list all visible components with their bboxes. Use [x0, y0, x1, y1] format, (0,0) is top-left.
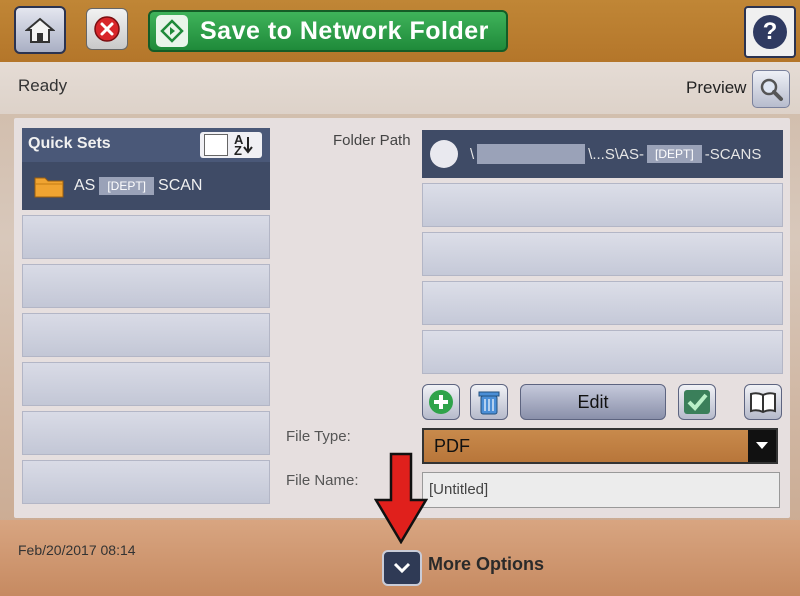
edit-button[interactable]: Edit [520, 384, 666, 420]
help-button[interactable]: ? [744, 6, 796, 58]
folder-path-empty-row[interactable] [422, 281, 783, 325]
add-button[interactable] [422, 384, 460, 420]
folder-path-text: \ \...S\AS- [DEPT] -SCANS [470, 144, 761, 164]
redaction-box: [DEPT] [647, 145, 702, 163]
printer-screen: Save to Network Folder ? Ready Preview Q… [0, 0, 800, 596]
redaction-box [477, 144, 586, 164]
quick-set-empty-slot[interactable] [22, 460, 270, 504]
datetime: Feb/20/2017 08:14 [18, 542, 136, 558]
file-type-select[interactable]: PDF [422, 428, 778, 464]
folder-path-list: \ \...S\AS- [DEPT] -SCANS [422, 130, 783, 374]
preview-label[interactable]: Preview [686, 78, 746, 98]
file-name-field[interactable]: [Untitled] [422, 472, 780, 508]
plus-icon [429, 390, 453, 414]
top-bar: Save to Network Folder ? [0, 0, 800, 62]
cancel-icon [94, 16, 120, 42]
red-arrow-annotation [374, 452, 428, 544]
chevron-down-icon [393, 562, 411, 574]
quick-sets-header: Quick Sets AZ [22, 128, 270, 162]
trash-icon [478, 391, 500, 415]
home-button[interactable] [14, 6, 66, 54]
folder-path-prefix: \ [470, 145, 475, 163]
quick-set-empty-slot[interactable] [22, 215, 270, 259]
quick-sets-title: Quick Sets [28, 135, 111, 152]
address-book-button[interactable] [744, 384, 782, 420]
quick-set-empty-slot[interactable] [22, 362, 270, 406]
status-text: Ready [18, 76, 68, 95]
sort-button[interactable]: AZ [200, 132, 262, 158]
start-diamond-icon [156, 15, 188, 47]
sort-az-icon: AZ [234, 132, 244, 158]
file-type-label: File Type: [286, 428, 351, 445]
sort-arrow-icon [243, 137, 254, 154]
save-to-network-folder-button[interactable]: Save to Network Folder [148, 10, 508, 52]
folder-path-item-selected[interactable]: \ \...S\AS- [DEPT] -SCANS [422, 130, 783, 178]
check-icon [684, 390, 710, 414]
quick-set-suffix: SCAN [158, 177, 203, 194]
preview-button[interactable] [752, 70, 790, 108]
quick-set-empty-slot[interactable] [22, 411, 270, 455]
quick-sets-panel: Quick Sets AZ AS [DEPT] SCAN [22, 128, 270, 504]
quick-set-item-label: AS [DEPT] SCAN [74, 177, 202, 195]
folder-path-empty-row[interactable] [422, 330, 783, 374]
redaction-box: [DEPT] [99, 177, 155, 195]
folder-path-radio[interactable] [430, 140, 458, 168]
magnifier-icon [760, 78, 783, 101]
quick-set-item-selected[interactable]: AS [DEPT] SCAN [22, 162, 270, 210]
folder-path-middle: \...S\AS- [588, 145, 645, 163]
file-name-label: File Name: [286, 472, 359, 489]
chevron-down-icon [748, 430, 776, 462]
folder-path-suffix: -SCANS [704, 145, 762, 163]
folder-icon [34, 177, 64, 198]
folder-path-label: Folder Path [333, 132, 411, 149]
quick-set-empty-slot[interactable] [22, 264, 270, 308]
more-options-label[interactable]: More Options [428, 554, 544, 575]
more-options-button[interactable] [382, 550, 422, 586]
folder-path-empty-row[interactable] [422, 232, 783, 276]
help-icon: ? [753, 15, 787, 49]
folder-path-empty-row[interactable] [422, 183, 783, 227]
confirm-button[interactable] [678, 384, 716, 420]
delete-button[interactable] [470, 384, 508, 420]
sort-checkbox[interactable] [204, 134, 228, 156]
book-icon [750, 392, 776, 414]
quick-set-prefix: AS [74, 177, 96, 194]
status-bar: Ready Preview [0, 62, 800, 114]
home-icon [25, 17, 55, 43]
start-button-label: Save to Network Folder [200, 16, 489, 45]
file-type-value: PDF [434, 436, 470, 456]
quick-set-empty-slot[interactable] [22, 313, 270, 357]
cancel-button[interactable] [86, 8, 128, 50]
